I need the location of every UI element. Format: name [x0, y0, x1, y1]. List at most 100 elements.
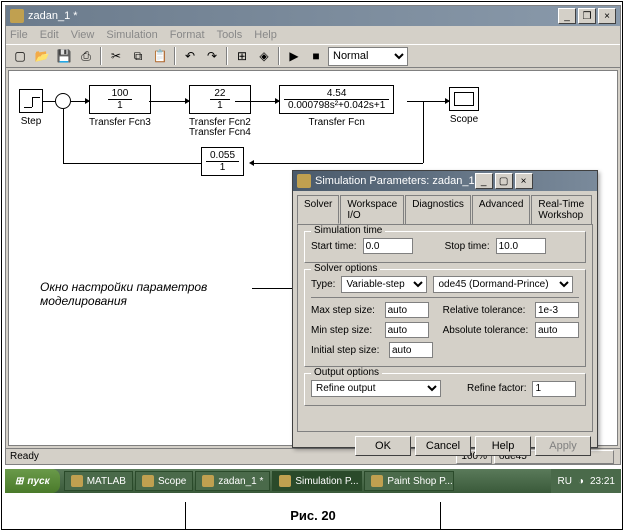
signal-line	[63, 163, 201, 164]
signal-line	[253, 163, 423, 164]
annotation-text: Окно настройки параметров моделирования	[40, 280, 250, 308]
apply-button[interactable]: Apply	[535, 436, 591, 456]
menu-file[interactable]: File	[10, 29, 28, 41]
help-button[interactable]: Help	[475, 436, 531, 456]
menu-edit[interactable]: Edit	[40, 29, 59, 41]
tab-rtw[interactable]: Real-Time Workshop	[531, 195, 592, 224]
sim-time-group: Simulation time Start time: Stop time:	[304, 231, 586, 263]
min-step-field[interactable]	[385, 322, 429, 338]
signal-line	[423, 101, 424, 163]
stop-time-label: Stop time:	[445, 241, 490, 252]
tab-advanced[interactable]: Advanced	[472, 195, 530, 224]
windows-logo-icon: ⊞	[15, 476, 23, 487]
start-button[interactable]: ⊞ пуск	[5, 469, 60, 493]
tab-diagnostics[interactable]: Diagnostics	[405, 195, 471, 224]
close-button[interactable]: ×	[598, 8, 616, 24]
restore-button[interactable]: ❐	[578, 8, 596, 24]
debug-icon[interactable]: ◈	[254, 46, 274, 66]
dialog-tabs: Solver Workspace I/O Diagnostics Advance…	[297, 195, 593, 224]
save-icon[interactable]: 💾	[54, 46, 74, 66]
redo-icon[interactable]: ↷	[202, 46, 222, 66]
signal-line	[43, 101, 55, 102]
tab-workspace-io[interactable]: Workspace I/O	[340, 195, 404, 224]
task-paintshop[interactable]: Paint Shop P...	[364, 471, 454, 491]
dialog-icon	[297, 174, 311, 188]
menu-view[interactable]: View	[71, 29, 95, 41]
task-scope[interactable]: Scope	[135, 471, 193, 491]
menu-help[interactable]: Help	[254, 29, 277, 41]
arrow-icon	[85, 98, 90, 104]
app-icon	[71, 475, 83, 487]
solver-panel: Simulation time Start time: Stop time: S…	[297, 224, 593, 432]
app-icon	[371, 475, 383, 487]
transfer-fcn-block[interactable]: 4.540.000798s²+0.042s+1 Transfer Fcn	[279, 85, 394, 128]
dialog-close-button[interactable]: ×	[515, 173, 533, 189]
cancel-button[interactable]: Cancel	[415, 436, 471, 456]
dialog-maximize-button[interactable]: ▢	[495, 173, 513, 189]
lang-indicator[interactable]: RU	[557, 476, 571, 487]
start-time-field[interactable]	[363, 238, 413, 254]
new-icon[interactable]: ▢	[10, 46, 30, 66]
system-tray[interactable]: RU ◑ 23:21	[551, 469, 621, 493]
start-time-label: Start time:	[311, 241, 357, 252]
titlebar[interactable]: zadan_1 * _ ❐ ×	[6, 6, 620, 26]
paste-icon[interactable]: 📋	[150, 46, 170, 66]
dialog-buttons: OK Cancel Help Apply	[293, 436, 597, 462]
browser-icon[interactable]: ⊞	[232, 46, 252, 66]
task-zadan[interactable]: zadan_1 *	[195, 471, 270, 491]
transfer-fcn2-block[interactable]: 221 Transfer Fcn2 Transfer Fcn4	[189, 85, 251, 138]
max-step-label: Max step size:	[311, 305, 379, 316]
type-label: Type:	[311, 279, 335, 290]
feedback-block[interactable]: 0.0551	[201, 147, 244, 176]
min-step-label: Min step size:	[311, 325, 379, 336]
refine-field[interactable]	[532, 381, 576, 397]
max-step-field[interactable]	[385, 302, 429, 318]
ok-button[interactable]: OK	[355, 436, 411, 456]
arrow-icon	[445, 98, 450, 104]
task-matlab[interactable]: MATLAB	[64, 471, 133, 491]
undo-icon[interactable]: ↶	[180, 46, 200, 66]
signal-line	[149, 101, 189, 102]
stop-time-field[interactable]	[496, 238, 546, 254]
print-icon[interactable]: ⎙	[76, 46, 96, 66]
minimize-button[interactable]: _	[558, 8, 576, 24]
transfer-fcn3-block[interactable]: 1001 Transfer Fcn3	[89, 85, 151, 128]
sum-block[interactable]	[55, 93, 71, 109]
step-block[interactable]: Step	[19, 89, 43, 127]
reltol-field[interactable]	[535, 302, 579, 318]
scope-block[interactable]: Scope	[449, 87, 479, 125]
toolbar: ▢ 📂 💾 ⎙ ✂ ⧉ 📋 ↶ ↷ ⊞ ◈ ▶ ■ Normal	[6, 44, 620, 68]
menu-tools[interactable]: Tools	[217, 29, 243, 41]
abstol-field[interactable]	[535, 322, 579, 338]
dialog-title: Simulation Parameters: zadan_1	[315, 175, 475, 187]
mode-select[interactable]: Normal	[328, 47, 408, 66]
dialog-minimize-button[interactable]: _	[475, 173, 493, 189]
stop-icon[interactable]: ■	[306, 46, 326, 66]
copy-icon[interactable]: ⧉	[128, 46, 148, 66]
solver-select[interactable]: ode45 (Dormand-Prince)	[433, 276, 573, 293]
task-simparams[interactable]: Simulation P...	[272, 471, 362, 491]
signal-line	[235, 101, 279, 102]
run-icon[interactable]: ▶	[284, 46, 304, 66]
menubar: File Edit View Simulation Format Tools H…	[6, 26, 620, 44]
open-icon[interactable]: 📂	[32, 46, 52, 66]
taskbar: ⊞ пуск MATLAB Scope zadan_1 * Simulation…	[5, 469, 621, 493]
tab-solver[interactable]: Solver	[297, 195, 339, 224]
app-icon	[202, 475, 214, 487]
solver-options-group: Solver options Type: Variable-step ode45…	[304, 269, 586, 367]
abstol-label: Absolute tolerance:	[443, 325, 529, 336]
type-select[interactable]: Variable-step	[341, 276, 427, 293]
arrow-icon	[275, 98, 280, 104]
output-select[interactable]: Refine output	[311, 380, 441, 397]
clock[interactable]: 23:21	[590, 476, 615, 487]
init-step-field[interactable]	[389, 342, 433, 358]
menu-simulation[interactable]: Simulation	[106, 29, 157, 41]
refine-label: Refine factor:	[467, 383, 526, 394]
step-label: Step	[19, 116, 43, 127]
cut-icon[interactable]: ✂	[106, 46, 126, 66]
tray-icon[interactable]: ◑	[578, 476, 584, 487]
arrow-icon	[249, 160, 254, 166]
dialog-titlebar[interactable]: Simulation Parameters: zadan_1 _ ▢ ×	[293, 171, 597, 191]
signal-line	[407, 101, 449, 102]
menu-format[interactable]: Format	[170, 29, 205, 41]
